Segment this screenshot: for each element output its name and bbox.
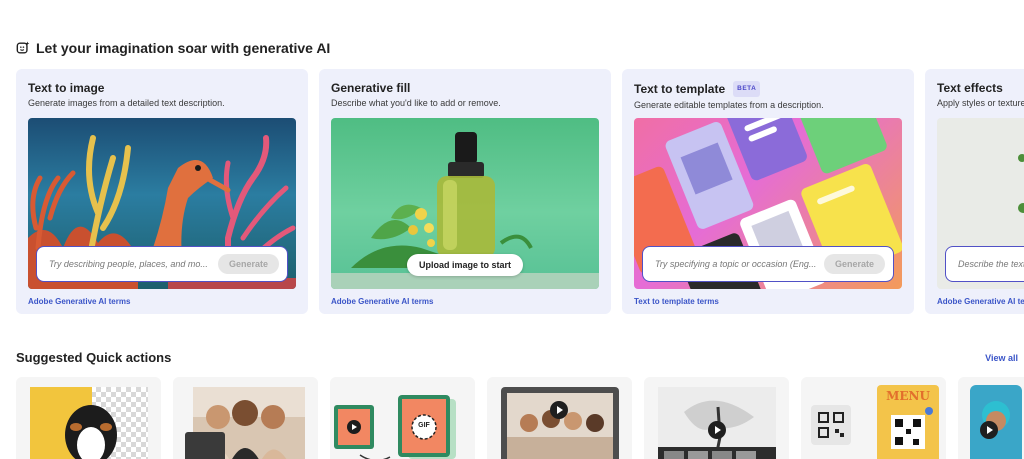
quick-action-remove-background[interactable] [16, 377, 161, 459]
prompt-placeholder: Try describing people, places, and mo... [49, 259, 208, 269]
card-generative-fill[interactable]: Generative fill Describe what you'd like… [319, 69, 611, 314]
upload-image-button[interactable]: Upload image to start [406, 254, 524, 276]
generative-ai-icon [16, 41, 30, 54]
generate-button[interactable]: Generate [217, 254, 279, 274]
generative-ai-cards: Text to image Generate images from a det… [16, 69, 1024, 315]
card-text-to-image[interactable]: Text to image Generate images from a det… [16, 69, 308, 314]
card-text-to-template[interactable]: Text to template BETA Generate editable … [622, 69, 914, 314]
quick-action-qr-code[interactable]: MENU [801, 377, 946, 459]
text-to-image-prompt-input[interactable]: Try describing people, places, and mo...… [36, 246, 288, 282]
text-effects-prompt-input[interactable]: Describe the text [945, 246, 1024, 282]
serum-bottle-image: Upload image to start [331, 118, 599, 289]
quick-actions-row: GIF MENU [16, 377, 1024, 459]
card-description: Describe what you'd like to add or remov… [331, 98, 501, 108]
section-header: Let your imagination soar with generativ… [16, 40, 330, 56]
play-icon [708, 421, 726, 439]
menu-label: MENU [886, 389, 930, 403]
terms-link[interactable]: Adobe Generative AI terms [331, 297, 433, 306]
quick-action-portrait-video[interactable] [958, 377, 1024, 459]
play-icon [550, 401, 568, 419]
card-title: Text to image [28, 81, 105, 95]
card-text-effects[interactable]: Text effects Apply styles or textures De… [925, 69, 1024, 314]
prompt-placeholder: Try specifying a topic or occasion (Eng.… [655, 259, 817, 269]
templates-collage-image: Try specifying a topic or occasion (Eng.… [634, 118, 902, 289]
view-all-link[interactable]: View all [985, 353, 1018, 363]
gif-label: GIF [418, 422, 430, 429]
card-title: Text to template BETA [634, 81, 902, 97]
card-title: Text effects [937, 81, 1003, 95]
quick-action-trim-video[interactable] [487, 377, 632, 459]
section-title: Let your imagination soar with generativ… [36, 40, 331, 56]
play-icon [980, 421, 998, 439]
quick-action-video-dancer[interactable] [644, 377, 789, 459]
prompt-placeholder: Describe the text [958, 259, 1024, 269]
card-description: Generate images from a detailed text des… [28, 98, 225, 108]
terms-link[interactable]: Adobe Generative AI terms [937, 297, 1024, 306]
quick-action-convert-to-gif[interactable]: GIF [330, 377, 475, 459]
text-effects-image: Describe the text [937, 118, 1024, 289]
card-title: Generative fill [331, 81, 411, 95]
terms-link[interactable]: Adobe Generative AI terms [28, 297, 130, 306]
beta-badge: BETA [733, 81, 761, 97]
quick-action-group-photo[interactable] [173, 377, 318, 459]
generate-button[interactable]: Generate [823, 254, 885, 274]
text-to-template-prompt-input[interactable]: Try specifying a topic or occasion (Eng.… [642, 246, 894, 282]
terms-link[interactable]: Text to template terms [634, 297, 719, 306]
card-description: Generate editable templates from a descr… [634, 100, 824, 110]
seahorse-reef-image: Try describing people, places, and mo...… [28, 118, 296, 289]
quick-actions-title: Suggested Quick actions [16, 350, 172, 365]
card-description: Apply styles or textures [937, 98, 1024, 108]
